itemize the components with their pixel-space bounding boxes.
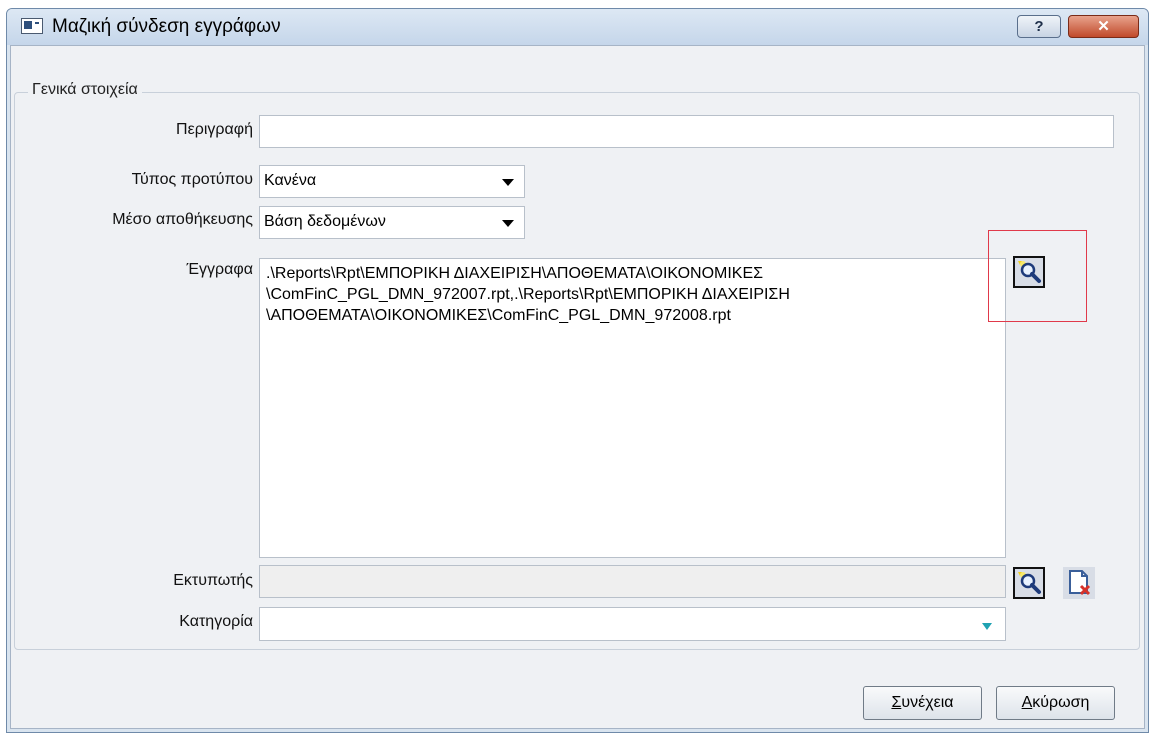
title-bar: Μαζική σύνδεση εγγράφων ? ✕ (7, 9, 1148, 45)
group-legend: Γενικά στοιχεία (28, 81, 142, 99)
category-select[interactable] (259, 607, 1006, 641)
storage-medium-label: Μέσο αποθήκευσης (112, 211, 253, 228)
cancel-mnemonic: Α (1021, 694, 1033, 711)
window-icon (21, 18, 43, 34)
printer-browse-button[interactable] (1013, 567, 1045, 599)
storage-medium-select[interactable]: Βάση δεδομένων (259, 206, 525, 239)
chevron-down-icon[interactable] (502, 220, 514, 227)
documents-browse-button[interactable] (1013, 256, 1045, 288)
template-type-label: Τύπος προτύπου (131, 171, 253, 188)
printer-clear-button[interactable] (1063, 567, 1095, 599)
documents-label: Έγγραφα (186, 261, 253, 278)
description-label: Περιγραφή (176, 121, 253, 138)
close-button[interactable]: ✕ (1068, 15, 1139, 38)
continue-button[interactable]: Συνέχεια (863, 686, 982, 720)
window-title: Μαζική σύνδεση εγγράφων (52, 16, 281, 37)
dialog-window: Μαζική σύνδεση εγγράφων ? ✕ Γενικά στοιχ… (6, 8, 1149, 733)
template-type-value: Κανένα (264, 172, 317, 189)
help-button[interactable]: ? (1017, 15, 1061, 38)
cancel-button[interactable]: Ακύρωση (996, 686, 1115, 720)
chevron-down-icon[interactable] (502, 179, 514, 186)
description-input[interactable] (259, 115, 1114, 148)
storage-medium-value: Βάση δεδομένων (264, 213, 386, 230)
printer-input[interactable] (259, 565, 1006, 598)
template-type-select[interactable]: Κανένα (259, 165, 525, 198)
printer-label: Εκτυπωτής (173, 572, 253, 589)
chevron-down-icon[interactable] (982, 623, 992, 630)
category-label: Κατηγορία (179, 613, 253, 630)
continue-mnemonic: Σ (891, 694, 902, 711)
cancel-label: κύρωση (1032, 694, 1090, 711)
dialog-body: Γενικά στοιχεία Περιγραφή Τύπος προτύπου… (10, 45, 1145, 729)
documents-textarea[interactable]: .\Reports\Rpt\ΕΜΠΟΡΙΚΗ ΔΙΑΧΕΙΡΙΣΗ\ΑΠΟΘΕΜ… (259, 258, 1006, 558)
continue-label: υνέχεια (901, 694, 954, 711)
